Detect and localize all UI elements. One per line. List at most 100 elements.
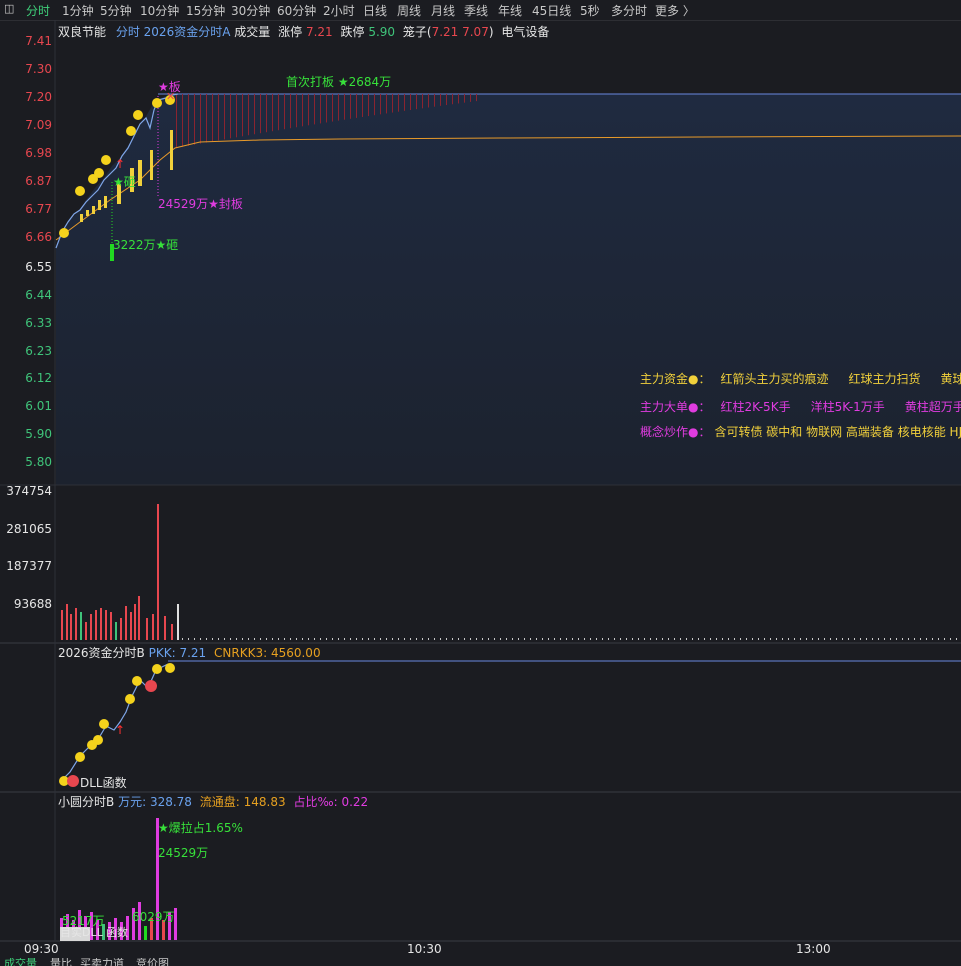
bottom-tab[interactable]: 买卖力道 bbox=[80, 958, 124, 966]
volume-bar bbox=[206, 638, 207, 640]
volume-bar bbox=[794, 638, 795, 640]
volume-bar bbox=[404, 638, 405, 640]
volume-bar bbox=[758, 638, 759, 640]
volume-bar bbox=[956, 638, 957, 640]
volume-bar bbox=[386, 638, 387, 640]
bottom-tabbar: 成交量 量比 买卖力道 竞价图 bbox=[0, 958, 961, 966]
legend-concepts: 概念炒作●： 含可转债 碳中和 物联网 高端装备 核电核能 HJT bbox=[640, 423, 961, 440]
volume-bar bbox=[494, 638, 495, 640]
hatch-bar bbox=[392, 94, 393, 113]
dll-small-label-2: 函数 bbox=[106, 926, 128, 939]
volume-bar bbox=[464, 638, 465, 640]
volume-bar bbox=[80, 612, 82, 640]
smash-amount-label: 3222万★砸 bbox=[113, 238, 179, 252]
volume-bar bbox=[260, 638, 261, 640]
volume-bar bbox=[296, 638, 297, 640]
legend-item: 黄球 bbox=[940, 372, 961, 386]
hatch-bar bbox=[452, 94, 453, 105]
hatch-bar bbox=[374, 94, 375, 116]
bottom-tab[interactable]: 量比 bbox=[50, 958, 72, 966]
volume-bar bbox=[338, 638, 339, 640]
dll-label: DLL函数 bbox=[80, 776, 127, 790]
red-ball-icon bbox=[67, 775, 79, 787]
volume-bar bbox=[302, 638, 303, 640]
volume-bar bbox=[224, 638, 225, 640]
volume-bar bbox=[860, 638, 861, 640]
hatch-bar bbox=[368, 94, 369, 117]
volume-bar bbox=[100, 608, 102, 640]
chart-canvas: ✕ ↑ ↑ bbox=[0, 20, 961, 942]
hatch-bar bbox=[284, 94, 285, 130]
float-value: 148.83 bbox=[243, 795, 286, 809]
volume-bar bbox=[920, 638, 921, 640]
hatch-bar bbox=[302, 94, 303, 127]
legend-title: 主力大单●： bbox=[640, 400, 711, 414]
volume-bar bbox=[704, 638, 705, 640]
ratio-value: 0.22 bbox=[341, 795, 369, 809]
volume-bar bbox=[842, 638, 843, 640]
price-tick: 7.09 bbox=[25, 118, 52, 132]
hatch-bar bbox=[404, 94, 405, 111]
time-label-1300: 13:00 bbox=[796, 942, 831, 956]
volume-bar bbox=[692, 638, 693, 640]
panel2-title[interactable]: 2026资金分时B bbox=[58, 646, 145, 660]
hatch-bar bbox=[296, 94, 297, 128]
bottom-tab[interactable]: 成交量 bbox=[4, 958, 37, 966]
hatch-bar bbox=[224, 94, 225, 140]
volume-bar bbox=[824, 638, 825, 640]
volume-bar bbox=[290, 638, 291, 640]
volume-bar bbox=[344, 638, 345, 640]
hatch-bar bbox=[218, 94, 219, 141]
burst-label: ★爆拉占1.65% bbox=[158, 821, 243, 835]
volume-tick: 187377 bbox=[6, 559, 52, 573]
volume-bar bbox=[308, 638, 309, 640]
volume-bar bbox=[188, 638, 189, 640]
hatch-bar bbox=[434, 94, 435, 107]
panel3-title[interactable]: 小圆分时B bbox=[58, 795, 114, 809]
hatch-bar bbox=[290, 94, 291, 129]
hatch-bar bbox=[338, 94, 339, 121]
volume-bar bbox=[512, 638, 513, 640]
volume-bar bbox=[164, 616, 166, 640]
volume-bar bbox=[61, 610, 63, 640]
volume-bar bbox=[740, 638, 741, 640]
volume-bar bbox=[236, 638, 237, 640]
volume-bar bbox=[800, 638, 801, 640]
hatch-bar bbox=[272, 94, 273, 132]
price-tick: 6.23 bbox=[25, 344, 52, 358]
volume-bar bbox=[560, 638, 561, 640]
volume-bar bbox=[776, 638, 777, 640]
volume-bar bbox=[374, 638, 375, 640]
volume-bar bbox=[632, 638, 633, 640]
volume-bar bbox=[950, 638, 951, 640]
bottom-tab[interactable]: 竞价图 bbox=[136, 958, 169, 966]
volume-bar bbox=[130, 612, 132, 640]
hatch-bar bbox=[446, 94, 447, 106]
hatch-bar bbox=[200, 94, 201, 144]
board-star-label: ★板 bbox=[158, 80, 181, 94]
red-arrow-icon: ↑ bbox=[115, 723, 125, 737]
volume-bar bbox=[95, 610, 97, 640]
volume-bar bbox=[716, 638, 717, 640]
price-tick: 7.20 bbox=[25, 90, 52, 104]
hatch-bar bbox=[476, 94, 477, 102]
volume-bar bbox=[506, 638, 507, 640]
volume-bar bbox=[410, 638, 411, 640]
volume-bar bbox=[146, 618, 148, 640]
hatch-bar bbox=[254, 94, 255, 135]
burst-amount: 24529万 bbox=[158, 846, 209, 860]
hatch-bar bbox=[356, 94, 357, 118]
price-tick: 6.98 bbox=[25, 146, 52, 160]
volume-bar bbox=[470, 638, 471, 640]
volume-bar bbox=[644, 638, 645, 640]
legend-title: 主力资金●： bbox=[640, 372, 711, 386]
hatch-bar bbox=[362, 94, 363, 117]
legend-item: 洋柱5K-1万手 bbox=[810, 400, 885, 414]
volume-bar bbox=[284, 638, 285, 640]
volume-bar bbox=[458, 638, 459, 640]
volume-bar bbox=[896, 638, 897, 640]
volume-bar bbox=[500, 638, 501, 640]
volume-bar bbox=[626, 638, 627, 640]
volume-bar bbox=[440, 638, 441, 640]
hatch-bar bbox=[206, 94, 207, 143]
